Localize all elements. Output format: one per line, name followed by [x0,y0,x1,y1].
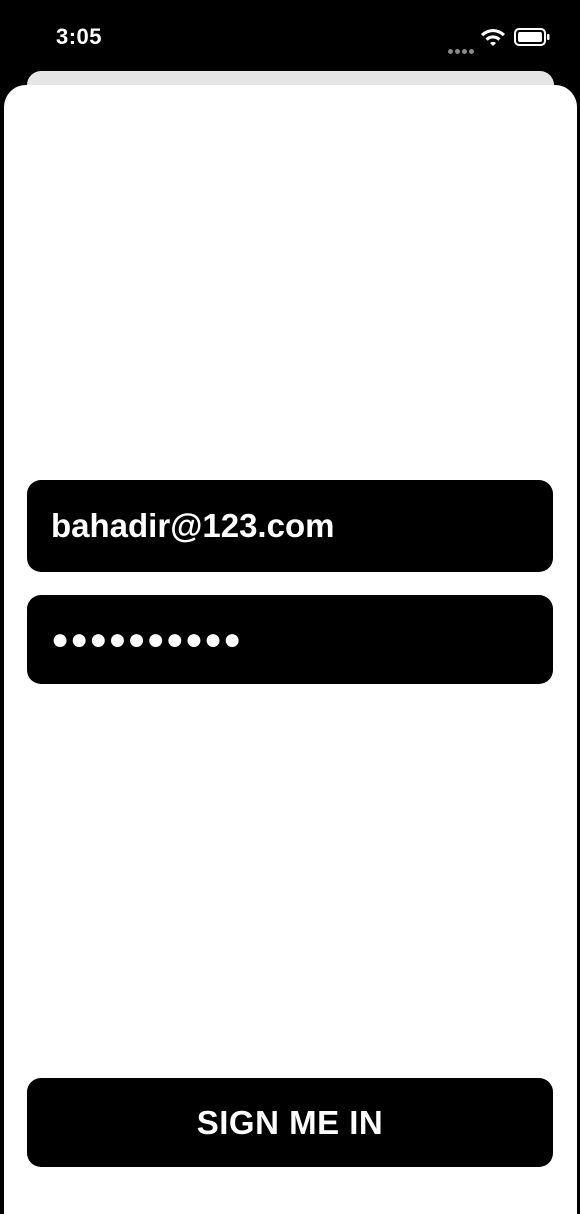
wifi-icon [481,29,505,46]
battery-icon [514,28,550,46]
email-field[interactable]: bahadir@123.com [27,480,553,572]
cellular-signal-icon [448,41,476,54]
sign-in-button[interactable]: SIGN ME IN [27,1078,553,1167]
phone-screen: 3:05 bahadir@123.com ●●●●●●●●●● SIGN ME … [0,0,580,1214]
status-bar: 3:05 [0,0,580,72]
password-field[interactable]: ●●●●●●●●●● [27,595,553,684]
status-time: 3:05 [56,24,103,49]
